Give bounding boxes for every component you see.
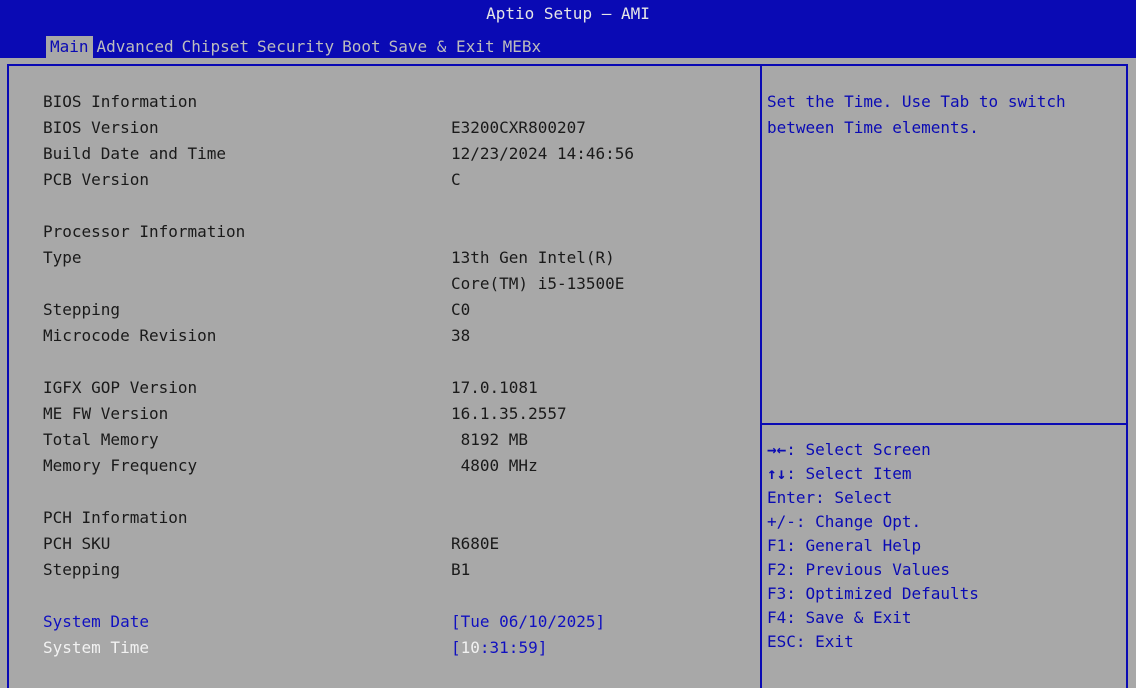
title-bar: Aptio Setup – AMI Main Advanced Chipset … [0,0,1136,58]
tab-security[interactable]: Security [253,36,338,58]
processor-type-label: Type [43,248,82,267]
arrows-lr-icon: →← [767,440,787,459]
me-fw-value: 16.1.35.2557 [451,404,567,423]
processor-stepping-value: C0 [451,300,471,319]
key-hint: ↑↓: Select Item [767,462,1117,486]
key-hint-desc: : Select Item [786,464,912,483]
time-rest[interactable]: :31:59] [480,638,547,657]
igfx-row: IGFX GOP Version 17.0.1081 [43,375,753,401]
system-date-field[interactable]: [Tue 06/10/2025] [451,609,605,635]
key-hint-desc: ESC: Exit [767,632,854,651]
pch-sku-row: PCH SKU R680E [43,531,753,557]
tab-advanced[interactable]: Advanced [93,36,178,58]
memory-frequency-row: Memory Frequency 4800 MHz [43,453,753,479]
system-date-label: System Date [43,612,149,631]
processor-type-row-cont: Core(TM) i5-13500E [43,271,753,297]
bios-info-heading: BIOS Information [43,89,753,115]
app-title: Aptio Setup – AMI [486,4,650,23]
memory-frequency-value: 4800 MHz [451,456,538,475]
processor-type-value: 13th Gen Intel(R) [451,248,615,267]
bios-version-label: BIOS Version [43,118,159,137]
total-memory-row: Total Memory 8192 MB [43,427,753,453]
pcb-version-label: PCB Version [43,170,149,189]
system-time-label: System Time [43,638,149,657]
tab-boot[interactable]: Boot [338,36,385,58]
key-hint: F3: Optimized Defaults [767,582,1117,606]
frame-border-right [1126,64,1128,688]
section-heading: BIOS Information [43,92,198,111]
pcb-version-value: C [451,170,461,189]
key-hint: F1: General Help [767,534,1117,558]
key-hint: F2: Previous Values [767,558,1117,582]
bios-version-value: E3200CXR800207 [451,118,586,137]
key-hint: ESC: Exit [767,630,1117,654]
pch-sku-label: PCH SKU [43,534,111,553]
processor-stepping-label: Stepping [43,300,121,319]
key-hint: F4: Save & Exit [767,606,1117,630]
processor-type-row: Type 13th Gen Intel(R) [43,245,753,271]
main-settings-panel: BIOS Information BIOS Version E3200CXR80… [43,89,753,661]
pch-info-heading: PCH Information [43,505,753,531]
pch-stepping-label: Stepping [43,560,121,579]
build-date-row: Build Date and Time 12/23/2024 14:46:56 [43,141,753,167]
me-fw-label: ME FW Version [43,404,169,423]
bios-version-row: BIOS Version E3200CXR800207 [43,115,753,141]
tab-save-exit[interactable]: Save & Exit [385,36,499,58]
arrows-ud-icon: ↑↓ [767,464,787,483]
pch-stepping-row: Stepping B1 [43,557,753,583]
processor-info-heading: Processor Information [43,219,753,245]
microcode-value: 38 [451,326,471,345]
key-hint-desc: : Select Screen [786,440,931,459]
tab-chipset[interactable]: Chipset [178,36,253,58]
time-open-bracket: [ [451,638,461,657]
frame-border-left [7,64,9,688]
key-hint: →←: Select Screen [767,438,1117,462]
total-memory-value: 8192 MB [451,430,529,449]
section-heading: PCH Information [43,508,188,527]
pch-stepping-value: B1 [451,560,471,579]
pch-sku-value: R680E [451,534,500,553]
help-divider [762,423,1126,425]
build-date-value: 12/23/2024 14:46:56 [451,144,635,163]
system-time-field[interactable]: [10:31:59] [451,635,547,661]
key-hint: +/-: Change Opt. [767,510,1117,534]
key-hint-desc: Enter: Select [767,488,893,507]
time-hour-field[interactable]: 10 [461,638,480,657]
me-fw-row: ME FW Version 16.1.35.2557 [43,401,753,427]
processor-stepping-row: Stepping C0 [43,297,753,323]
key-hint-desc: F2: Previous Values [767,560,951,579]
system-date-row[interactable]: System Date [Tue 06/10/2025] [43,609,753,635]
key-legend: →←: Select Screen ↑↓: Select Item Enter:… [767,438,1117,654]
key-hint-desc: +/-: Change Opt. [767,512,922,531]
panel-divider [760,64,762,688]
processor-type-value-cont: Core(TM) i5-13500E [451,274,625,293]
total-memory-label: Total Memory [43,430,159,449]
memory-frequency-label: Memory Frequency [43,456,198,475]
igfx-value: 17.0.1081 [451,378,538,397]
tab-main[interactable]: Main [46,36,93,58]
tab-bar: Main Advanced Chipset Security Boot Save… [46,36,545,58]
help-text: Set the Time. Use Tab to switch between … [767,92,1076,137]
build-date-label: Build Date and Time [43,144,227,163]
key-hint-desc: F1: General Help [767,536,922,555]
frame-border-top [7,64,1128,66]
tab-mebx[interactable]: MEBx [499,36,546,58]
key-hint-desc: F3: Optimized Defaults [767,584,979,603]
key-hint: Enter: Select [767,486,1117,510]
system-time-row[interactable]: System Time [10:31:59] [43,635,753,661]
microcode-label: Microcode Revision [43,326,217,345]
pcb-version-row: PCB Version C [43,167,753,193]
microcode-row: Microcode Revision 38 [43,323,753,349]
igfx-label: IGFX GOP Version [43,378,198,397]
section-heading: Processor Information [43,222,246,241]
key-hint-desc: F4: Save & Exit [767,608,912,627]
